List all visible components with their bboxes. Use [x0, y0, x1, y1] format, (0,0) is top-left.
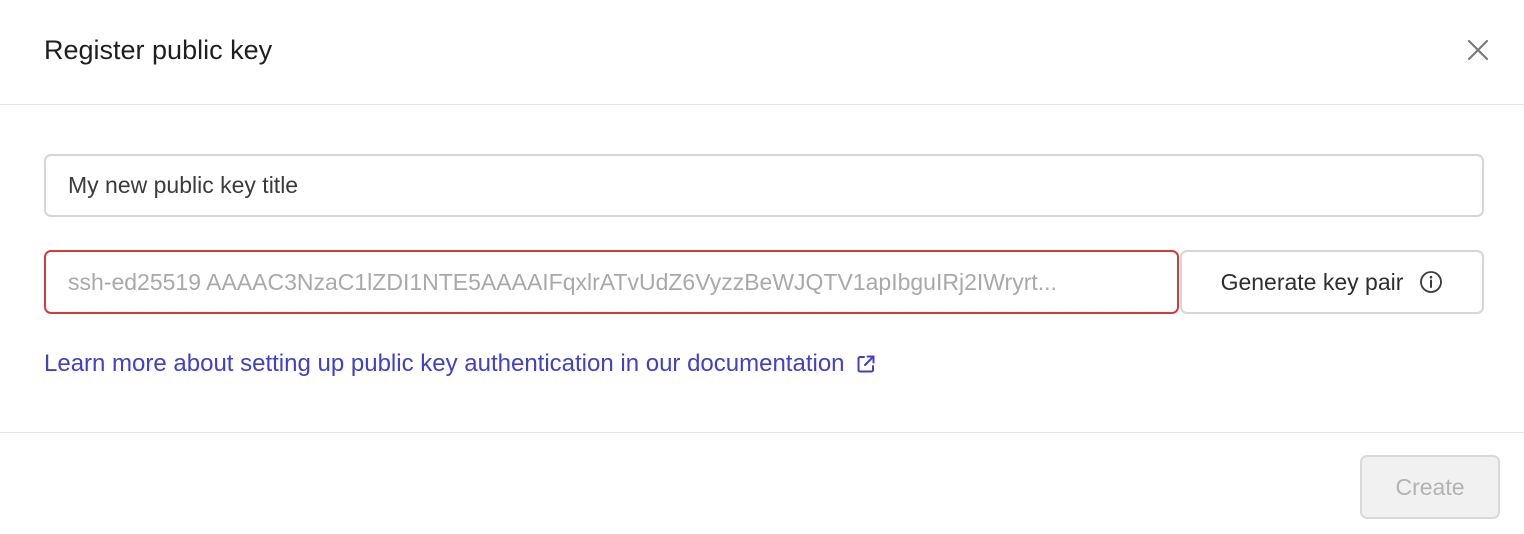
- documentation-link-label: Learn more about setting up public key a…: [44, 350, 845, 377]
- dialog-header: Register public key: [0, 0, 1524, 105]
- generate-key-pair-button[interactable]: Generate key pair: [1180, 250, 1484, 314]
- generate-key-pair-label: Generate key pair: [1220, 268, 1404, 295]
- key-title-input[interactable]: [44, 154, 1484, 217]
- dialog-title: Register public key: [44, 35, 273, 65]
- create-button[interactable]: Create: [1360, 455, 1500, 519]
- documentation-link[interactable]: Learn more about setting up public key a…: [44, 349, 877, 379]
- register-public-key-dialog: Register public key Generate key pair Le…: [0, 0, 1524, 534]
- info-icon[interactable]: [1419, 270, 1443, 294]
- dialog-footer: Create: [0, 432, 1524, 534]
- public-key-input[interactable]: [44, 250, 1179, 314]
- dialog-body: Generate key pair Learn more about setti…: [0, 106, 1524, 433]
- close-icon: [1467, 39, 1489, 61]
- close-button[interactable]: [1460, 32, 1496, 68]
- external-link-icon: [855, 353, 877, 375]
